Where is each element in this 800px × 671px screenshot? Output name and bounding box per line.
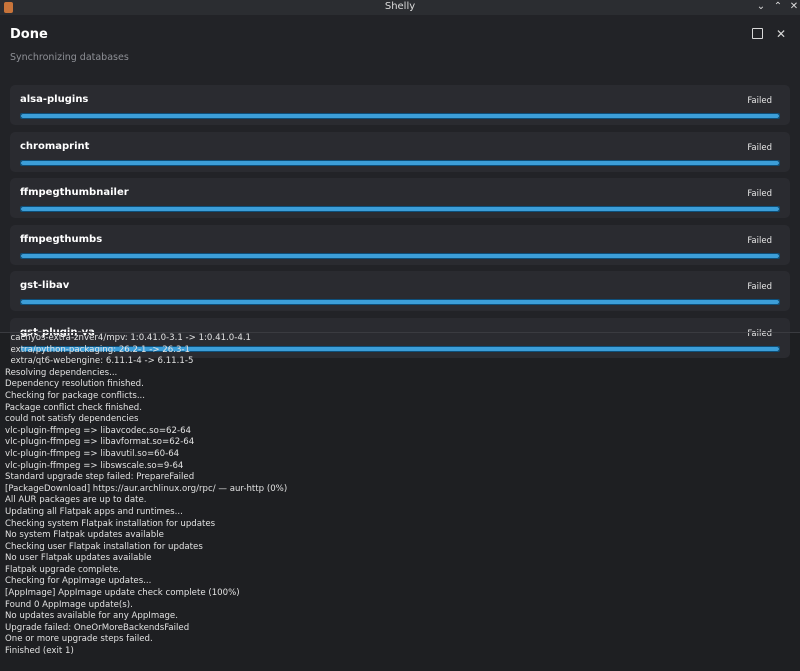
maximize-icon[interactable]: ⌃	[770, 0, 786, 15]
package-name: alsa-plugins	[20, 94, 89, 105]
progress-bar	[20, 299, 780, 306]
progress-bar	[20, 252, 780, 259]
log-line: [AppImage] AppImage update check complet…	[5, 588, 240, 599]
log-line: Checking for AppImage updates...	[5, 576, 152, 587]
progress-panel: Done Synchronizing databases ✕ alsa-plug…	[0, 15, 800, 358]
log-line: Standard upgrade step failed: PrepareFai…	[5, 472, 195, 483]
package-name: chromaprint	[20, 140, 90, 152]
log-line: Resolving dependencies...	[5, 367, 118, 378]
progress-bar-fill	[21, 207, 779, 212]
log-line: [PackageDownload] https://aur.archlinux.…	[5, 483, 288, 494]
log-line: Package conflict check finished.	[5, 402, 142, 413]
log-line: Updating all Flatpak apps and runtimes..…	[5, 506, 183, 517]
log-line: Found 0 AppImage update(s).	[5, 599, 133, 610]
log-line: vlc-plugin-ffmpeg => libavcodec.so=62-64	[5, 425, 192, 436]
package-card: alsa-plugins Failed	[10, 85, 790, 125]
window-close-icon[interactable]: ✕	[786, 0, 800, 15]
log-line: vlc-plugin-ffmpeg => libavformat.so=62-6…	[5, 437, 195, 448]
status-badge: Failed	[747, 96, 772, 106]
log-line: extra/python-packaging: 26.2-1 -> 26.3-1	[5, 344, 190, 355]
progress-bar-fill	[21, 160, 779, 165]
log-line: cachyos-extra-znver4/mpv: 1:0.41.0-3.1 -…	[5, 333, 252, 343]
progress-bar	[20, 206, 780, 213]
package-name: ffmpegthumbs	[20, 233, 103, 245]
page-title: Done	[10, 27, 48, 42]
log-line: Checking for package conflicts...	[5, 390, 146, 401]
log-line: extra/qt6-webengine: 6.11.1-4 -> 6.11.1-…	[5, 356, 194, 367]
log-line: Dependency resolution finished.	[5, 379, 144, 390]
window-titlebar: Shelly ⌄ ⌃ ✕	[0, 0, 800, 15]
status-badge: Failed	[747, 235, 772, 246]
status-badge: Failed	[747, 142, 772, 153]
log-line: No updates available for any AppImage.	[5, 611, 178, 622]
log-line: Checking system Flatpak installation for…	[5, 518, 216, 529]
log-line: vlc-plugin-ffmpeg => libswscale.so=9-64	[5, 460, 184, 471]
package-card: ffmpegthumbnailer Failed	[10, 178, 790, 219]
log-line: Flatpak upgrade complete.	[5, 564, 121, 575]
terminal-toggle-button[interactable]	[750, 27, 764, 41]
minimize-icon[interactable]: ⌄	[753, 0, 769, 15]
close-icon: ✕	[775, 27, 787, 41]
package-card: ffmpegthumbs Failed	[10, 224, 790, 265]
package-card: chromaprint Failed	[10, 131, 790, 172]
log-line: Finished (exit 1)	[5, 646, 74, 657]
terminal-icon	[751, 28, 763, 39]
log-output[interactable]: cachyos-extra-znver4/mpv: 1:0.41.0-3.1 -…	[5, 333, 795, 671]
package-name: gst-libav	[20, 280, 70, 292]
progress-bar-fill	[21, 300, 779, 305]
log-line: Upgrade failed: OneOrMoreBackendsFailed	[5, 622, 190, 633]
status-badge: Failed	[747, 189, 772, 200]
log-line: No system Flatpak updates available	[5, 530, 164, 541]
window-title: Shelly	[384, 1, 416, 12]
log-line: No user Flatpak updates available	[5, 553, 152, 564]
page-subtitle: Synchronizing databases	[10, 52, 129, 63]
progress-bar-fill	[21, 253, 779, 258]
package-name: ffmpegthumbnailer	[20, 187, 129, 199]
progress-bar	[20, 113, 780, 119]
package-card: gst-libav Failed	[10, 271, 790, 312]
log-line: One or more upgrade steps failed.	[5, 634, 153, 645]
progress-bar	[20, 159, 780, 166]
log-line: vlc-plugin-ffmpeg => libavutil.so=60-64	[5, 448, 180, 459]
close-panel-button[interactable]: ✕	[774, 27, 788, 41]
log-line: could not satisfy dependencies	[5, 414, 139, 425]
progress-bar-fill	[21, 114, 779, 118]
status-badge: Failed	[747, 282, 772, 293]
log-line: Checking user Flatpak installation for u…	[5, 541, 203, 552]
log-line: All AUR packages are up to date.	[5, 495, 147, 506]
